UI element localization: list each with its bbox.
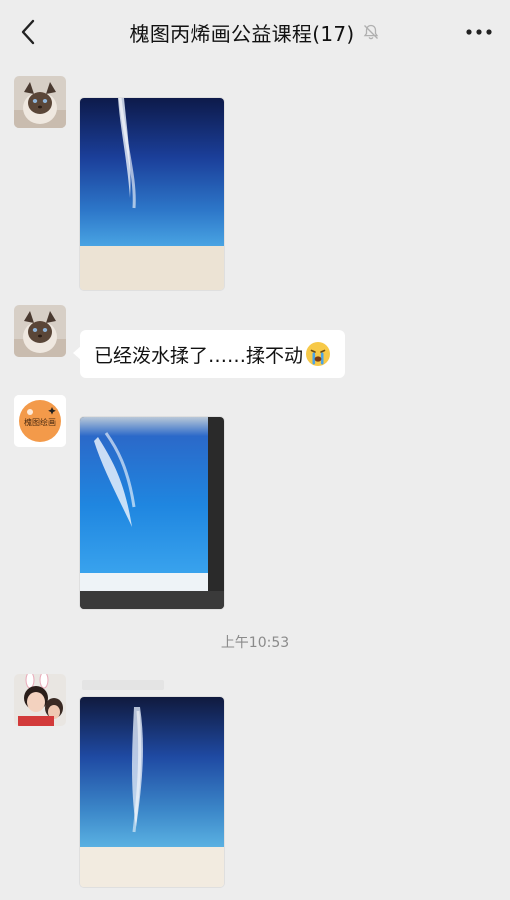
bell-muted-icon <box>362 23 380 41</box>
orange-logo-avatar[interactable]: 槐图绘画 <box>14 395 66 447</box>
more-dots-icon <box>466 29 492 35</box>
bunny-ears-avatar[interactable] <box>14 674 66 726</box>
back-button[interactable] <box>14 18 42 46</box>
painting-image-1[interactable] <box>80 98 224 290</box>
chevron-left-icon <box>21 19 35 45</box>
text-message-bubble[interactable]: 已经泼水揉了……揉不动 <box>72 330 346 378</box>
message-timestamp: 上午10:53 <box>220 635 290 651</box>
cat-avatar-2[interactable] <box>14 305 66 357</box>
more-button[interactable] <box>462 18 496 46</box>
chat-header: 槐图丙烯画公益课程(17) <box>0 0 510 64</box>
chat-title-group[interactable]: 槐图丙烯画公益课程(17) <box>130 18 381 47</box>
cat-avatar[interactable] <box>14 76 66 128</box>
svg-text:槐图绘画: 槐图绘画 <box>24 417 56 427</box>
chat-title: 槐图丙烯画公益课程(17) <box>129 21 355 46</box>
message-text: 已经泼水揉了……揉不动 <box>94 344 304 367</box>
painting-image-2[interactable] <box>80 417 224 609</box>
sender-name-placeholder <box>82 680 164 690</box>
crying-face-icon <box>305 341 331 367</box>
painting-image-3[interactable] <box>80 697 224 887</box>
